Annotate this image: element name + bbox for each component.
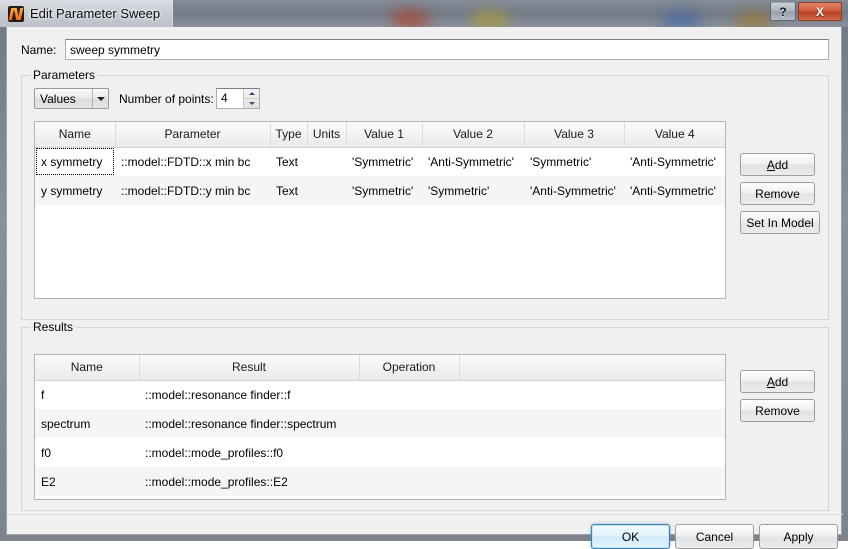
desktop-blur-blob — [660, 10, 702, 27]
cell-result[interactable]: ::model::resonance finder::f — [139, 380, 359, 409]
cell-operation[interactable] — [359, 409, 459, 438]
application-window: Edit Parameter Sweep ? X Name: Parameter… — [0, 0, 848, 549]
stepper-down-icon[interactable] — [244, 99, 259, 108]
cell-blank — [459, 409, 725, 438]
window-controls: ? X — [770, 2, 842, 21]
desktop-blur-blob — [735, 10, 773, 27]
cell-units[interactable] — [307, 147, 346, 176]
stepper-buttons[interactable] — [243, 89, 259, 108]
parameters-add-mnemonic: A — [766, 157, 775, 172]
cell-value3[interactable]: 'Symmetric' — [524, 147, 624, 176]
cell-parameter[interactable]: ::model::FDTD::x min bc — [115, 147, 270, 176]
close-button[interactable]: X — [798, 2, 842, 21]
parameters-table[interactable]: Name Parameter Type Units Value 1 Value … — [34, 121, 726, 299]
cell-value4[interactable]: 'Anti-Symmetric' — [624, 176, 725, 205]
table-row[interactable]: x symmetry ::model::FDTD::x min bc Text … — [35, 147, 725, 176]
cell-result[interactable]: ::model::mode_profiles::f0 — [139, 438, 359, 467]
parameters-add-rest: dd — [774, 157, 789, 172]
cell-name[interactable]: E2 — [35, 467, 139, 496]
set-in-model-button[interactable]: Set In Model — [740, 211, 820, 234]
parameters-group-label: Parameters — [30, 68, 99, 82]
title-bar: Edit Parameter Sweep ? X — [0, 0, 848, 27]
cell-units[interactable] — [307, 176, 346, 205]
window-title: Edit Parameter Sweep — [30, 6, 161, 21]
cell-result[interactable]: ::model::resonance finder::spectrum — [139, 409, 359, 438]
desktop-blur-blob — [470, 10, 510, 27]
cell-value2[interactable]: 'Symmetric' — [422, 176, 524, 205]
column-header-operation[interactable]: Operation — [359, 355, 460, 381]
column-header-name[interactable]: Name — [35, 355, 140, 381]
cell-name[interactable]: f0 — [35, 438, 139, 467]
column-header-value4[interactable]: Value 4 — [624, 122, 725, 148]
parameters-table-header-row: Name Parameter Type Units Value 1 Value … — [35, 122, 725, 148]
sweep-mode-select[interactable]: Values — [34, 88, 109, 109]
results-add-mnemonic: A — [766, 374, 775, 389]
column-header-value1[interactable]: Value 1 — [346, 122, 423, 148]
table-row[interactable]: f ::model::resonance finder::f — [35, 380, 725, 409]
results-add-button[interactable]: Add — [740, 370, 815, 393]
table-row[interactable]: spectrum ::model::resonance finder::spec… — [35, 409, 725, 438]
lumerical-logo-icon — [8, 5, 24, 22]
name-input[interactable] — [65, 39, 829, 60]
cell-name[interactable]: y symmetry — [35, 176, 115, 205]
cell-value3[interactable]: 'Anti-Symmetric' — [524, 176, 624, 205]
cell-name[interactable]: x symmetry — [35, 147, 115, 176]
column-header-type[interactable]: Type — [270, 122, 308, 148]
cell-operation[interactable] — [359, 380, 459, 409]
table-row[interactable]: f0 ::model::mode_profiles::f0 — [35, 438, 725, 467]
column-header-blank[interactable] — [459, 355, 725, 381]
parameters-remove-button[interactable]: Remove — [740, 182, 815, 205]
footer-divider — [7, 514, 843, 515]
results-group-label: Results — [30, 320, 77, 334]
cell-result[interactable]: ::model::mode_profiles::E2 — [139, 467, 359, 496]
column-header-value3[interactable]: Value 3 — [524, 122, 625, 148]
results-table[interactable]: Name Result Operation f ::model::resonan… — [34, 354, 726, 500]
dialog-client-area: Name: Parameters Values Number of points… — [6, 27, 843, 549]
help-button[interactable]: ? — [770, 2, 796, 21]
cell-name[interactable]: f — [35, 380, 139, 409]
number-of-points-label: Number of points: — [119, 92, 214, 106]
number-of-points-stepper[interactable]: 4 — [216, 88, 260, 109]
name-row: Name: — [21, 39, 829, 61]
cell-type[interactable]: Text — [270, 147, 307, 176]
cell-blank — [459, 380, 725, 409]
cell-name[interactable]: spectrum — [35, 409, 139, 438]
cell-type[interactable]: Text — [270, 176, 307, 205]
cell-blank — [459, 467, 725, 496]
cell-blank — [459, 438, 725, 467]
stepper-up-icon[interactable] — [244, 89, 259, 99]
parameters-group: Parameters Values Number of points: 4 Na… — [21, 68, 829, 320]
cancel-button[interactable]: Cancel — [675, 524, 754, 549]
column-header-parameter[interactable]: Parameter — [115, 122, 271, 148]
results-group: Results Name Result Operation f::model:… — [21, 320, 829, 511]
column-header-units[interactable]: Units — [307, 122, 347, 148]
table-row[interactable]: y symmetry ::model::FDTD::y min bc Text … — [35, 176, 725, 205]
parameters-add-button[interactable]: Add — [740, 153, 815, 176]
cell-value4[interactable]: 'Anti-Symmetric' — [624, 147, 725, 176]
cell-operation[interactable] — [359, 438, 459, 467]
cell-value1[interactable]: 'Symmetric' — [346, 147, 422, 176]
cell-parameter[interactable]: ::model::FDTD::y min bc — [115, 176, 270, 205]
cell-operation[interactable] — [359, 467, 459, 496]
cell-value2[interactable]: 'Anti-Symmetric' — [422, 147, 524, 176]
table-row[interactable]: E2 ::model::mode_profiles::E2 — [35, 467, 725, 496]
cell-value1[interactable]: 'Symmetric' — [346, 176, 422, 205]
column-header-result[interactable]: Result — [139, 355, 360, 381]
results-add-rest: dd — [774, 374, 789, 389]
name-label: Name: — [21, 43, 57, 57]
sweep-mode-value: Values — [40, 91, 76, 106]
results-table-header-row: Name Result Operation — [35, 355, 725, 381]
column-header-value2[interactable]: Value 2 — [422, 122, 525, 148]
apply-button[interactable]: Apply — [759, 524, 838, 549]
ok-button[interactable]: OK — [591, 524, 670, 549]
column-header-name[interactable]: Name — [35, 122, 116, 148]
title-bar-left: Edit Parameter Sweep — [0, 0, 174, 27]
chevron-down-icon — [92, 89, 108, 108]
number-of-points-value[interactable]: 4 — [217, 89, 243, 108]
desktop-blur-blob — [390, 8, 430, 27]
results-remove-button[interactable]: Remove — [740, 399, 815, 422]
